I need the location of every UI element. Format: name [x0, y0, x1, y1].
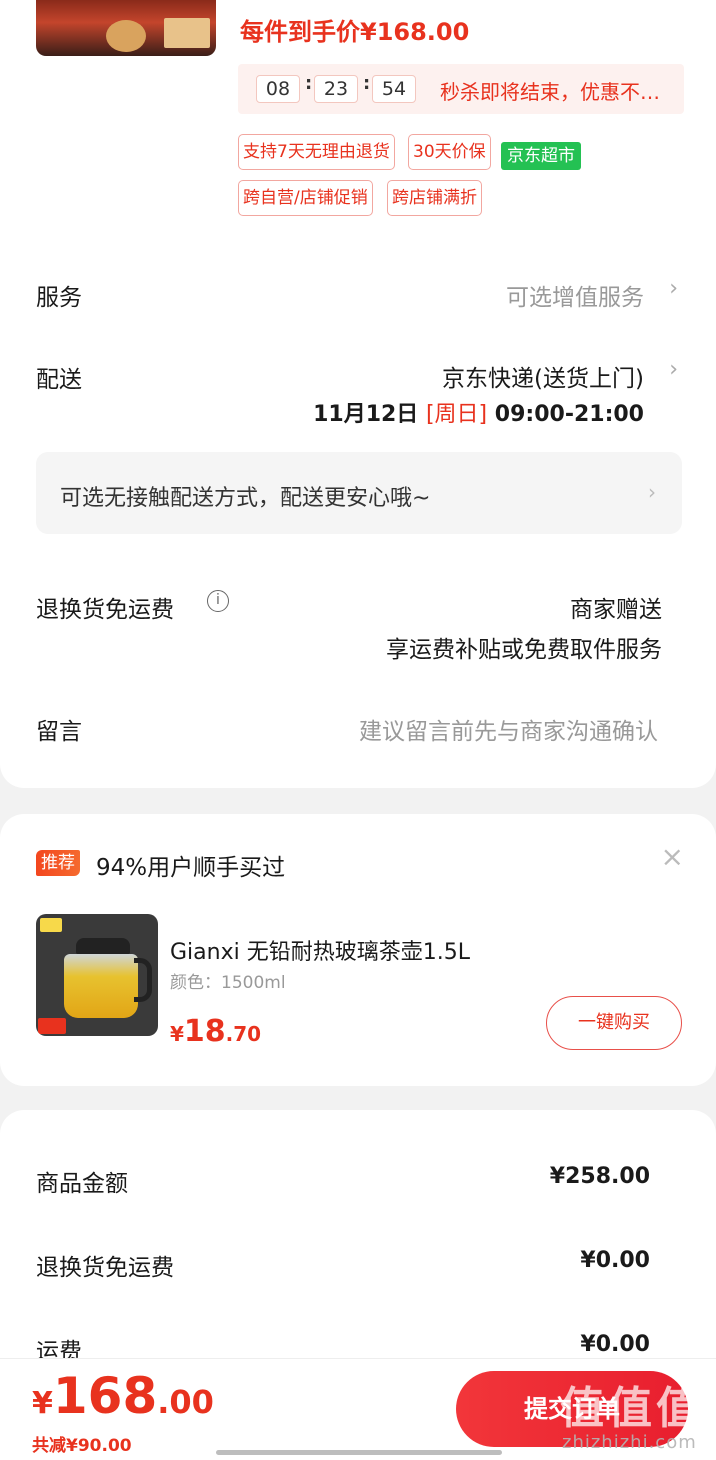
summary-value-goods: ¥258.00 [549, 1164, 650, 1189]
watermark-char: 值 [608, 1383, 652, 1434]
tag-cross-discount: 跨店铺满折 [387, 180, 482, 216]
contactless-delivery-option[interactable]: 可选无接触配送方式，配送更安心哦~ › [36, 452, 682, 534]
watermark-char: 值 [656, 1383, 700, 1434]
recommend-badge: 推荐 [36, 850, 80, 876]
contactless-chevron-icon: › [648, 480, 656, 504]
delivery-hours: 09:00-21:00 [487, 402, 644, 427]
message-label: 留言 [36, 719, 82, 745]
return-shipping-desc: 享运费补贴或免费取件服务 [386, 637, 662, 663]
summary-label-return: 退换货免运费 [36, 1255, 174, 1281]
delivery-method[interactable]: 京东快递(送货上门) [442, 359, 644, 393]
service-label: 服务 [36, 285, 82, 311]
image-price-tag [38, 1018, 66, 1034]
price-symbol: ¥ [170, 1022, 184, 1046]
total-symbol: ¥ [32, 1386, 53, 1421]
countdown-minutes: 23 [314, 75, 358, 103]
countdown-colon: : [363, 73, 371, 94]
order-details-card: 每件到手价¥168.00 08 : 23 : 54 秒杀即将结束，优惠不… 支持… [0, 0, 716, 788]
seckill-countdown-bar: 08 : 23 : 54 秒杀即将结束，优惠不… [238, 64, 684, 114]
seckill-text: 秒杀即将结束，优惠不… [440, 80, 660, 104]
service-value[interactable]: 可选增值服务 [506, 278, 644, 312]
recommend-card: 推荐 94%用户顺手买过 × Gianxi 无铅耐热玻璃茶壶1.5L 颜色：15… [0, 814, 716, 1086]
total-integer: 168 [52, 1367, 158, 1425]
return-shipping-label: 退换货免运费 [36, 597, 174, 623]
thumbnail-package-graphic [164, 18, 210, 48]
info-icon[interactable]: i [207, 590, 229, 612]
countdown-seconds: 54 [372, 75, 416, 103]
delivery-weekday: [周日] [425, 402, 488, 427]
delivery-chevron-icon[interactable]: › [669, 357, 678, 382]
recommend-product-spec: 颜色：1500ml [170, 973, 286, 993]
tag-jd-supermarket: 京东超市 [501, 142, 581, 170]
total-decimal: .00 [157, 1383, 214, 1421]
home-indicator[interactable] [216, 1450, 502, 1455]
countdown-colon: : [305, 73, 313, 94]
contactless-text: 可选无接触配送方式，配送更安心哦~ [60, 486, 431, 511]
message-input[interactable]: 建议留言前先与商家沟通确认 [359, 712, 658, 746]
tag-7day-return: 支持7天无理由退货 [238, 134, 395, 170]
tag-cross-promo: 跨自营/店铺促销 [238, 180, 373, 216]
teapot-lid [76, 938, 130, 954]
price-decimal: .70 [225, 1022, 262, 1046]
delivery-time[interactable]: 11月12日 [周日] 09:00-21:00 [313, 396, 644, 428]
service-chevron-icon[interactable]: › [669, 276, 678, 301]
watermark-logo: 值 值 值 [560, 1372, 710, 1434]
tag-price-protect: 30天价保 [408, 134, 491, 170]
countdown-hours: 08 [256, 75, 300, 103]
total-price: ¥168.00 [32, 1367, 214, 1425]
watermark-char: 值 [560, 1383, 604, 1434]
recommend-product-name[interactable]: Gianxi 无铅耐热玻璃茶壶1.5L [170, 934, 470, 966]
teapot-body [64, 954, 138, 1018]
delivery-date: 11月12日 [313, 402, 426, 427]
total-saved: 共减¥90.00 [32, 1436, 132, 1456]
summary-label-goods: 商品金额 [36, 1171, 128, 1197]
recommend-title: 94%用户顺手买过 [96, 855, 286, 881]
watermark-url: zhizhizhi.com [562, 1432, 697, 1453]
close-icon[interactable]: × [661, 840, 684, 873]
summary-value-shipping: ¥0.00 [580, 1332, 650, 1357]
thumbnail-food-graphic [106, 20, 146, 52]
delivery-label: 配送 [36, 367, 82, 393]
final-price: 每件到手价¥168.00 [240, 18, 470, 46]
price-integer: 18 [183, 1014, 226, 1049]
teapot-image[interactable] [36, 914, 158, 1036]
recommend-product-price: ¥18.70 [170, 1014, 261, 1049]
return-shipping-value: 商家赠送 [570, 597, 662, 623]
product-thumbnail[interactable] [36, 0, 216, 56]
image-badge [40, 918, 62, 932]
one-click-buy-button[interactable]: 一键购买 [546, 996, 682, 1050]
teapot-handle [134, 958, 152, 1002]
summary-value-return: ¥0.00 [580, 1248, 650, 1273]
